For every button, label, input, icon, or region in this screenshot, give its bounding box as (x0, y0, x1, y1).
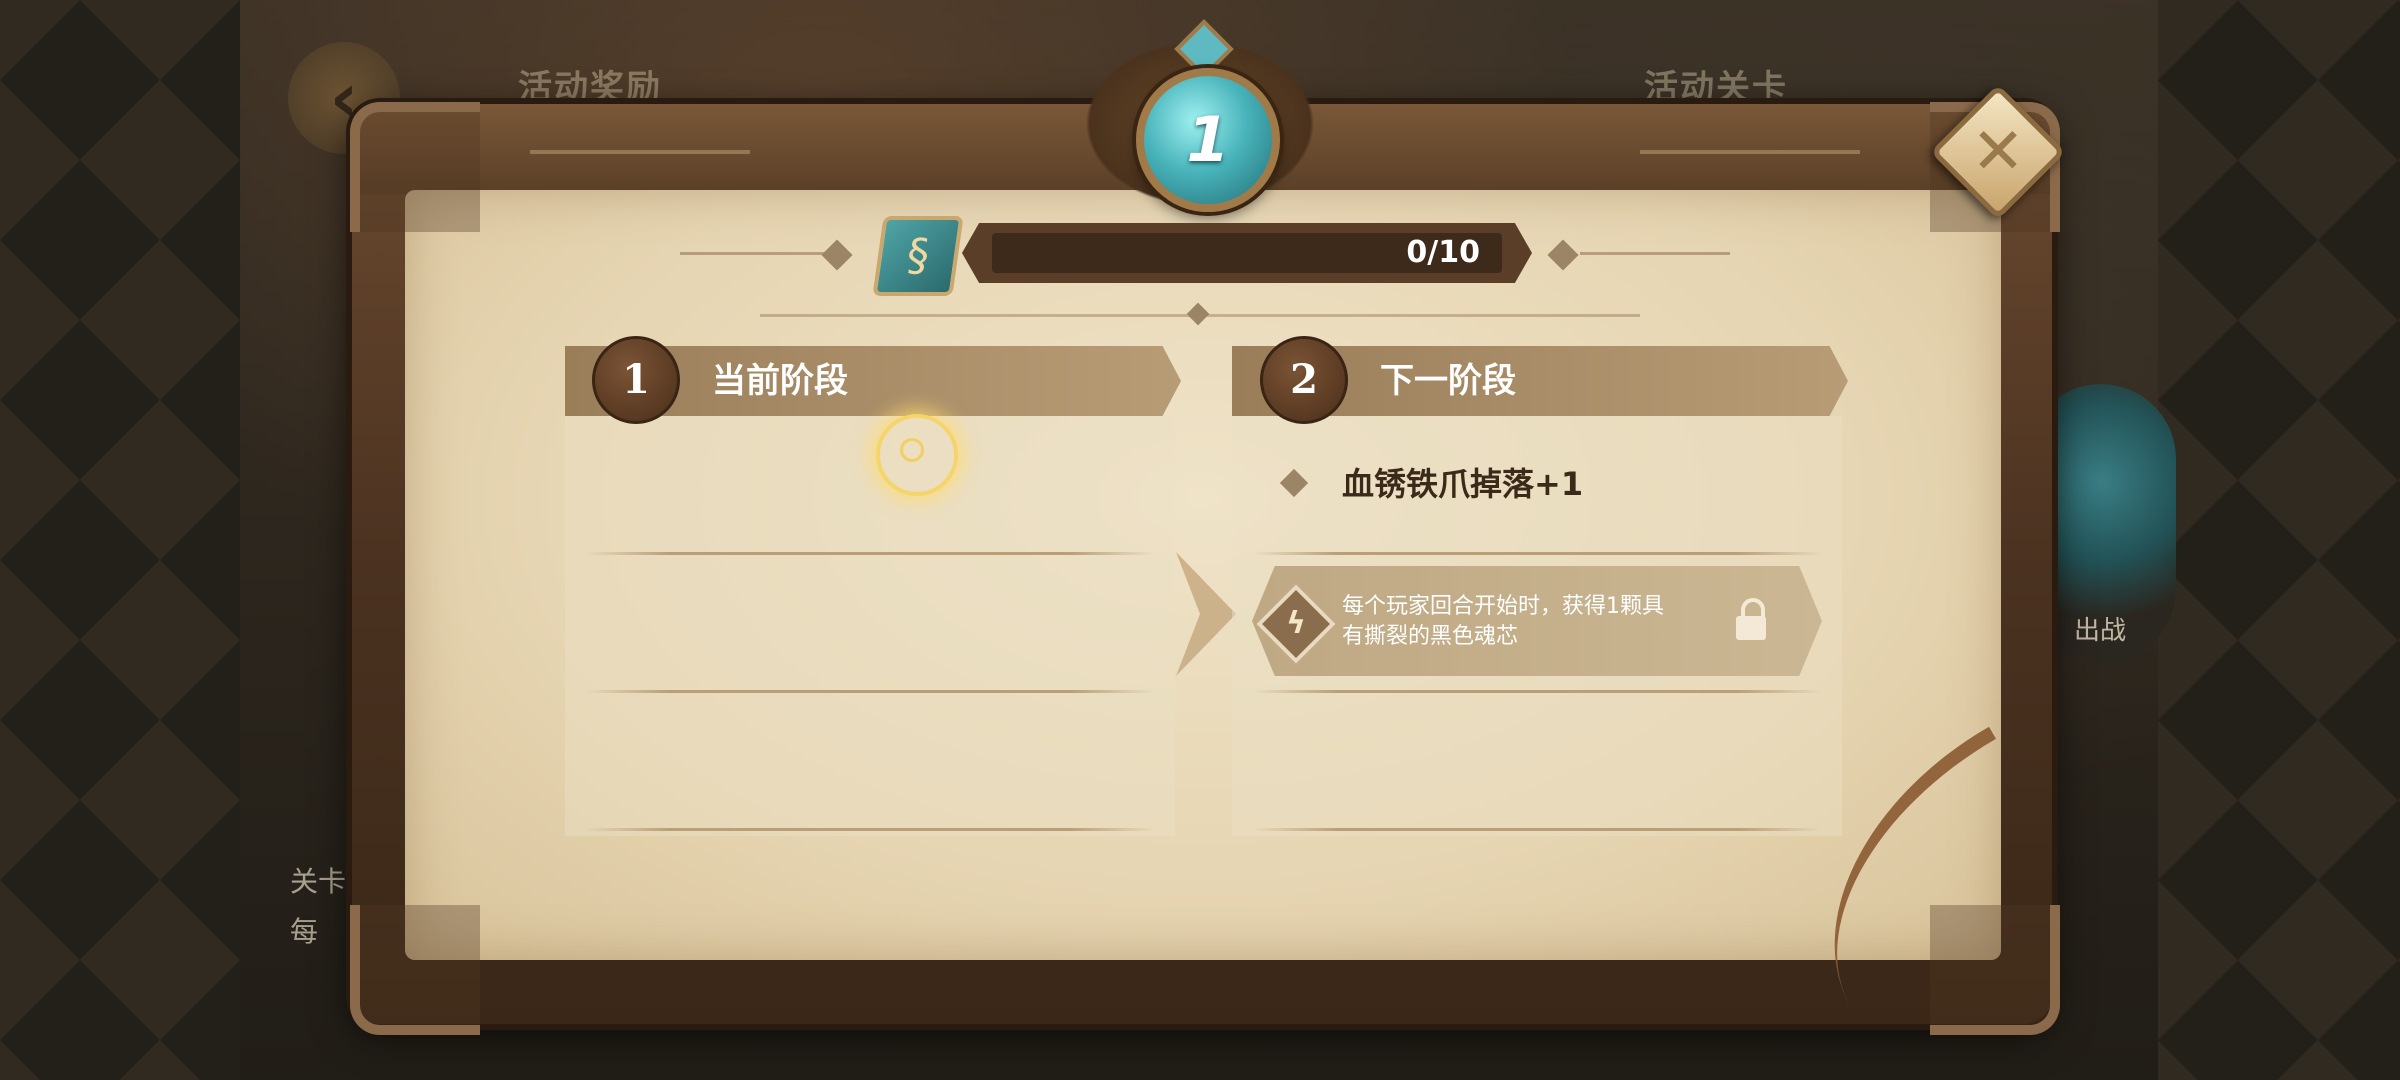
right-side-pattern (2158, 0, 2400, 1080)
background-hourglass-label: 每 (290, 915, 319, 948)
frame-corner-bl (350, 905, 480, 1035)
tap-indicator-dot (900, 438, 924, 462)
progress-bar: 0/10 (962, 223, 1532, 283)
current-stage-number: 1 (592, 336, 680, 424)
current-stage-panel (565, 416, 1175, 836)
background-level-label: 关卡 (290, 865, 347, 898)
row-divider (585, 552, 1155, 555)
skill-description-line-1: 每个玩家回合开始时，获得1颗具 (1342, 594, 1664, 619)
background-tab-levels: 活动关卡 (1644, 68, 1788, 108)
row-divider (1252, 690, 1822, 693)
progress-deco-line-left (680, 252, 830, 255)
row-divider (1252, 552, 1822, 555)
battle-label: 出战 (2073, 616, 2126, 646)
row-divider (585, 690, 1155, 693)
close-icon: ✕ (1971, 115, 2025, 189)
current-stage-title: 当前阶段 (712, 361, 848, 401)
progress-book-icon: § (872, 216, 964, 296)
skill-flame-icon: ϟ (1286, 606, 1306, 641)
skill-description: 每个玩家回合开始时，获得1颗具 有撕裂的黑色魂芯 (1342, 592, 1702, 652)
background-tab-rewards: 活动奖励 (518, 68, 662, 108)
header-deco-line-left (530, 150, 750, 154)
reward-drop-text: 血锈铁爪掉落+1 (1342, 465, 1584, 503)
next-stage-number: 2 (1260, 336, 1348, 424)
frame-corner-tl (350, 102, 480, 232)
progress-deco-line-right (1580, 252, 1730, 255)
skill-description-line-2: 有撕裂的黑色魂芯 (1342, 624, 1519, 649)
level-emblem: 1 (1136, 68, 1280, 212)
next-stage-title: 下一阶段 (1380, 361, 1516, 401)
left-side-pattern (0, 0, 240, 1080)
progress-text: 0/10 (1406, 235, 1480, 270)
row-divider (585, 828, 1155, 831)
lock-icon (1736, 598, 1766, 640)
row-divider (1252, 828, 1822, 831)
header-deco-line-right (1640, 150, 1860, 154)
